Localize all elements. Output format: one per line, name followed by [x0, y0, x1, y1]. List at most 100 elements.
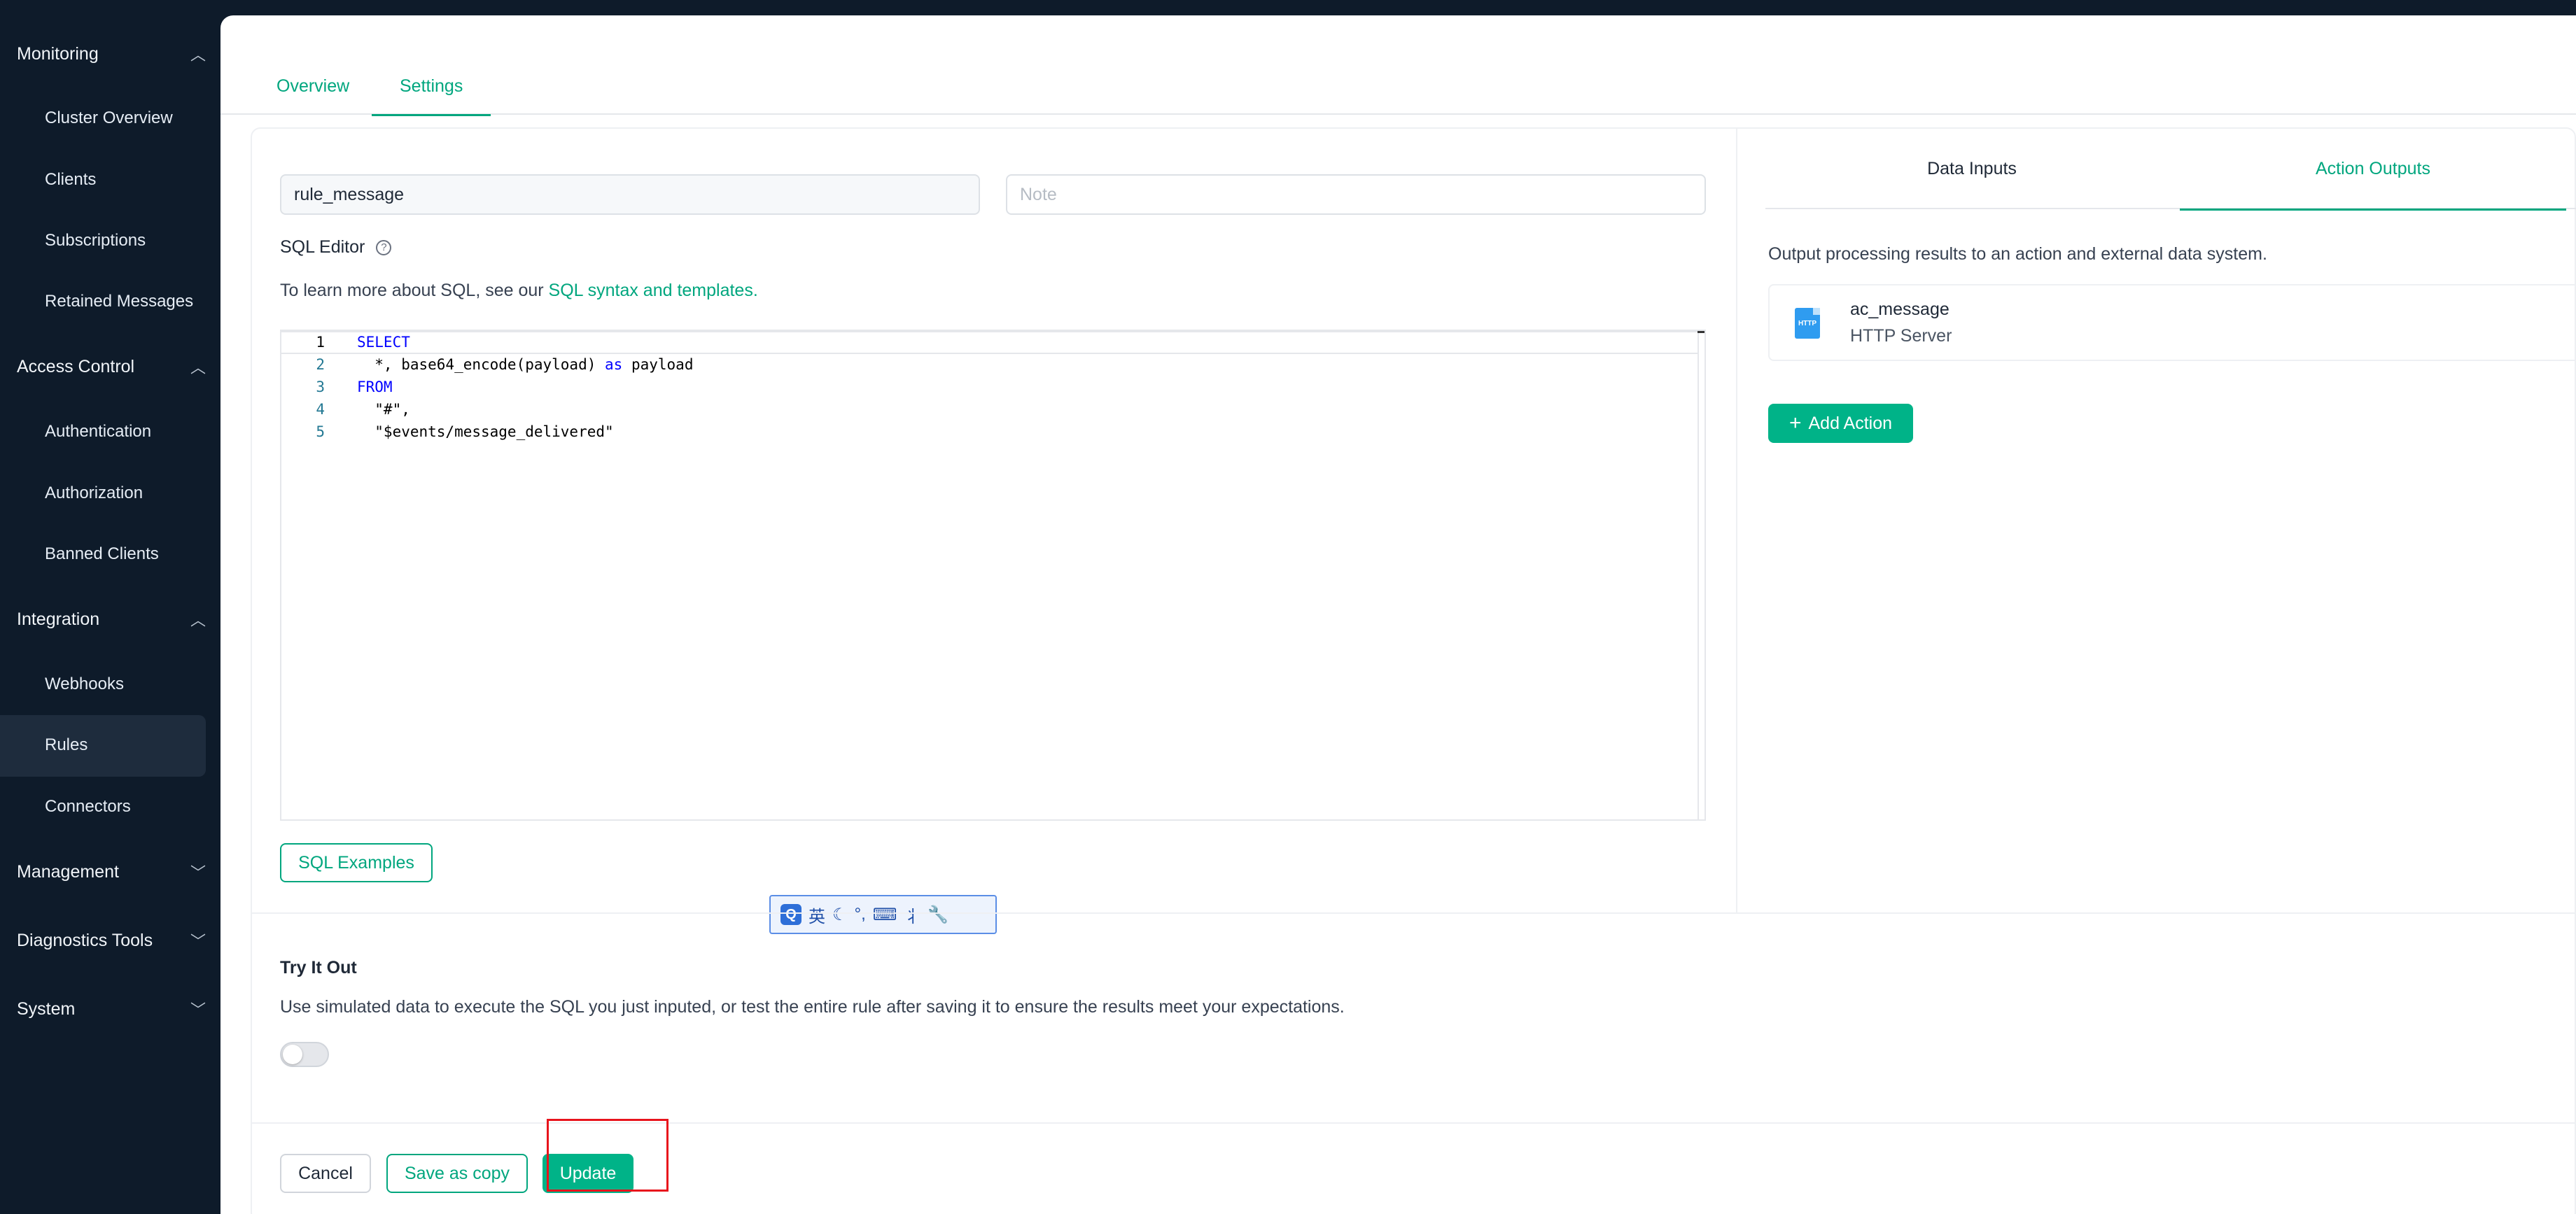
code-keyword: FROM: [357, 379, 393, 395]
sidebar-group-label: Management: [17, 861, 119, 882]
code-line: 3 FROM: [281, 376, 1681, 398]
sidebar-group-label: System: [17, 998, 76, 1019]
sql-hint: To learn more about SQL, see our SQL syn…: [280, 281, 758, 301]
code-text: "#",: [357, 401, 410, 418]
sidebar-item-authorization[interactable]: Authorization: [45, 472, 206, 514]
sidebar-item-label: Clients: [45, 170, 97, 189]
moon-icon[interactable]: ☾: [832, 905, 848, 925]
code-text-part: *, base64_encode(payload): [357, 356, 606, 373]
code-text: *, base64_encode(payload) as payload: [357, 356, 693, 373]
line-number: 4: [316, 401, 325, 418]
punctuation-icon[interactable]: °,: [855, 905, 866, 924]
sidebar-item-label: Authentication: [45, 422, 152, 441]
section-divider: [252, 912, 2576, 914]
sidebar-item-label: Webhooks: [45, 675, 124, 693]
sidebar-item-label: Retained Messages: [45, 292, 194, 311]
page-tabs: Overview Settings: [220, 57, 2576, 116]
sidebar-group-system[interactable]: System ﹀: [17, 988, 206, 1030]
line-number: 3: [316, 379, 325, 395]
wrench-icon[interactable]: 🔧: [927, 905, 948, 925]
tab-overview[interactable]: Overview: [276, 57, 349, 115]
simplified-icon[interactable]: ⺦: [904, 903, 920, 927]
help-icon[interactable]: ?: [376, 239, 392, 255]
sidebar-item-retained-messages[interactable]: Retained Messages: [45, 281, 206, 323]
ime-logo-icon[interactable]: Q: [780, 904, 802, 925]
highlight-box: [547, 1119, 668, 1192]
sidebar-item-cluster-overview[interactable]: Cluster Overview: [45, 97, 206, 139]
sidebar-group-integration[interactable]: Integration ︿: [17, 598, 206, 640]
sidebar-group-label: Diagnostics Tools: [17, 930, 153, 950]
editor-scrollbar[interactable]: [1698, 331, 1704, 821]
sql-section: SQL Editor ? To learn more about SQL, se…: [252, 129, 1736, 934]
sidebar-item-label: Rules: [45, 735, 88, 754]
main-content: Overview Settings SQL Editor ? To learn …: [220, 15, 2576, 1214]
sql-examples-button[interactable]: SQL Examples: [280, 843, 433, 882]
action-output-item[interactable]: HTTP ac_message HTTP Server: [1768, 284, 2576, 361]
sidebar-group-management[interactable]: Management ﹀: [17, 851, 206, 893]
code-line: 1 SELECT: [281, 331, 1681, 353]
sidebar-item-label: Subscriptions: [45, 231, 146, 250]
sidebar-item-rules[interactable]: Rules: [45, 724, 206, 766]
code-text: "$events/message_delivered": [357, 423, 614, 440]
chevron-down-icon: ﹀: [190, 864, 206, 882]
top-bar: [220, 0, 2576, 15]
rule-name-input[interactable]: [280, 174, 980, 215]
sidebar-item-banned-clients[interactable]: Banned Clients: [45, 533, 206, 575]
try-it-out-toggle[interactable]: [280, 1042, 329, 1067]
sidebar-group-access-control[interactable]: Access Control ︿: [17, 346, 206, 388]
action-name: ac_message: [1850, 299, 1949, 319]
sidebar-group-diagnostics-tools[interactable]: Diagnostics Tools ﹀: [17, 919, 206, 961]
sql-hint-text: To learn more about SQL, see our: [280, 281, 549, 300]
sidebar-group-label: Monitoring: [17, 43, 99, 64]
sql-editor-title: SQL Editor: [280, 237, 365, 257]
sidebar-group-label: Access Control: [17, 356, 135, 376]
sidebar-item-authentication[interactable]: Authentication: [45, 411, 206, 453]
ime-language-toggle[interactable]: 英: [808, 903, 825, 927]
http-icon: HTTP: [1795, 308, 1820, 339]
line-number: 2: [316, 356, 325, 373]
scrollbar-marker: [1698, 331, 1704, 333]
code-line: 5 "$events/message_delivered": [281, 421, 1681, 443]
sidebar-item-label: Cluster Overview: [45, 108, 173, 127]
try-it-out-description: Use simulated data to execute the SQL yo…: [280, 997, 1345, 1017]
save-as-copy-button[interactable]: Save as copy: [386, 1154, 528, 1193]
add-action-label: Add Action: [1808, 413, 1893, 433]
sql-editor-label: SQL Editor ?: [280, 237, 392, 257]
chevron-down-icon: ﹀: [190, 933, 206, 950]
ime-toolbar[interactable]: Q 英 ☾ °, ⌨ ⺦ 🔧: [769, 895, 997, 934]
tab-data-inputs[interactable]: Data Inputs: [1765, 129, 2178, 209]
io-tabs: Data Inputs Action Outputs: [1765, 129, 2576, 211]
code-line: 4 "#",: [281, 398, 1681, 421]
code-keyword: SELECT: [357, 334, 410, 351]
action-type: HTTP Server: [1850, 326, 1952, 346]
sidebar-item-webhooks[interactable]: Webhooks: [45, 663, 206, 705]
sidebar-group-label: Integration: [17, 609, 100, 629]
sidebar-item-label: Banned Clients: [45, 544, 159, 563]
code-keyword: as: [605, 356, 623, 373]
sidebar: Monitoring ︿ Cluster Overview Clients Su…: [0, 0, 220, 1214]
sql-syntax-link[interactable]: SQL syntax and templates.: [549, 281, 758, 300]
line-number: 1: [316, 334, 325, 351]
tab-action-outputs[interactable]: Action Outputs: [2180, 129, 2566, 211]
cancel-button[interactable]: Cancel: [280, 1154, 371, 1193]
note-input[interactable]: [1006, 174, 1706, 215]
chevron-up-icon: ︿: [190, 612, 206, 629]
try-it-out-title: Try It Out: [280, 958, 357, 977]
tab-settings[interactable]: Settings: [371, 57, 491, 116]
chevron-up-icon: ︿: [190, 46, 206, 64]
sidebar-item-label: Authorization: [45, 484, 144, 502]
outputs-description: Output processing results to an action a…: [1768, 244, 2267, 264]
sql-code-editor[interactable]: 1 SELECT 2 *, base64_encode(payload) as …: [280, 330, 1706, 821]
plus-icon: +: [1788, 411, 1802, 435]
sidebar-group-monitoring[interactable]: Monitoring ︿: [17, 33, 206, 75]
sidebar-item-connectors[interactable]: Connectors: [45, 786, 206, 828]
toggle-knob: [283, 1045, 302, 1064]
sidebar-item-clients[interactable]: Clients: [45, 159, 206, 201]
chevron-down-icon: ﹀: [190, 1001, 206, 1019]
line-number: 5: [316, 423, 325, 440]
add-action-button[interactable]: + Add Action: [1768, 404, 1913, 443]
sidebar-item-subscriptions[interactable]: Subscriptions: [45, 220, 206, 262]
keyboard-icon[interactable]: ⌨: [873, 905, 897, 925]
chevron-up-icon: ︿: [190, 359, 206, 376]
rule-settings-card: SQL Editor ? To learn more about SQL, se…: [251, 127, 2576, 1214]
